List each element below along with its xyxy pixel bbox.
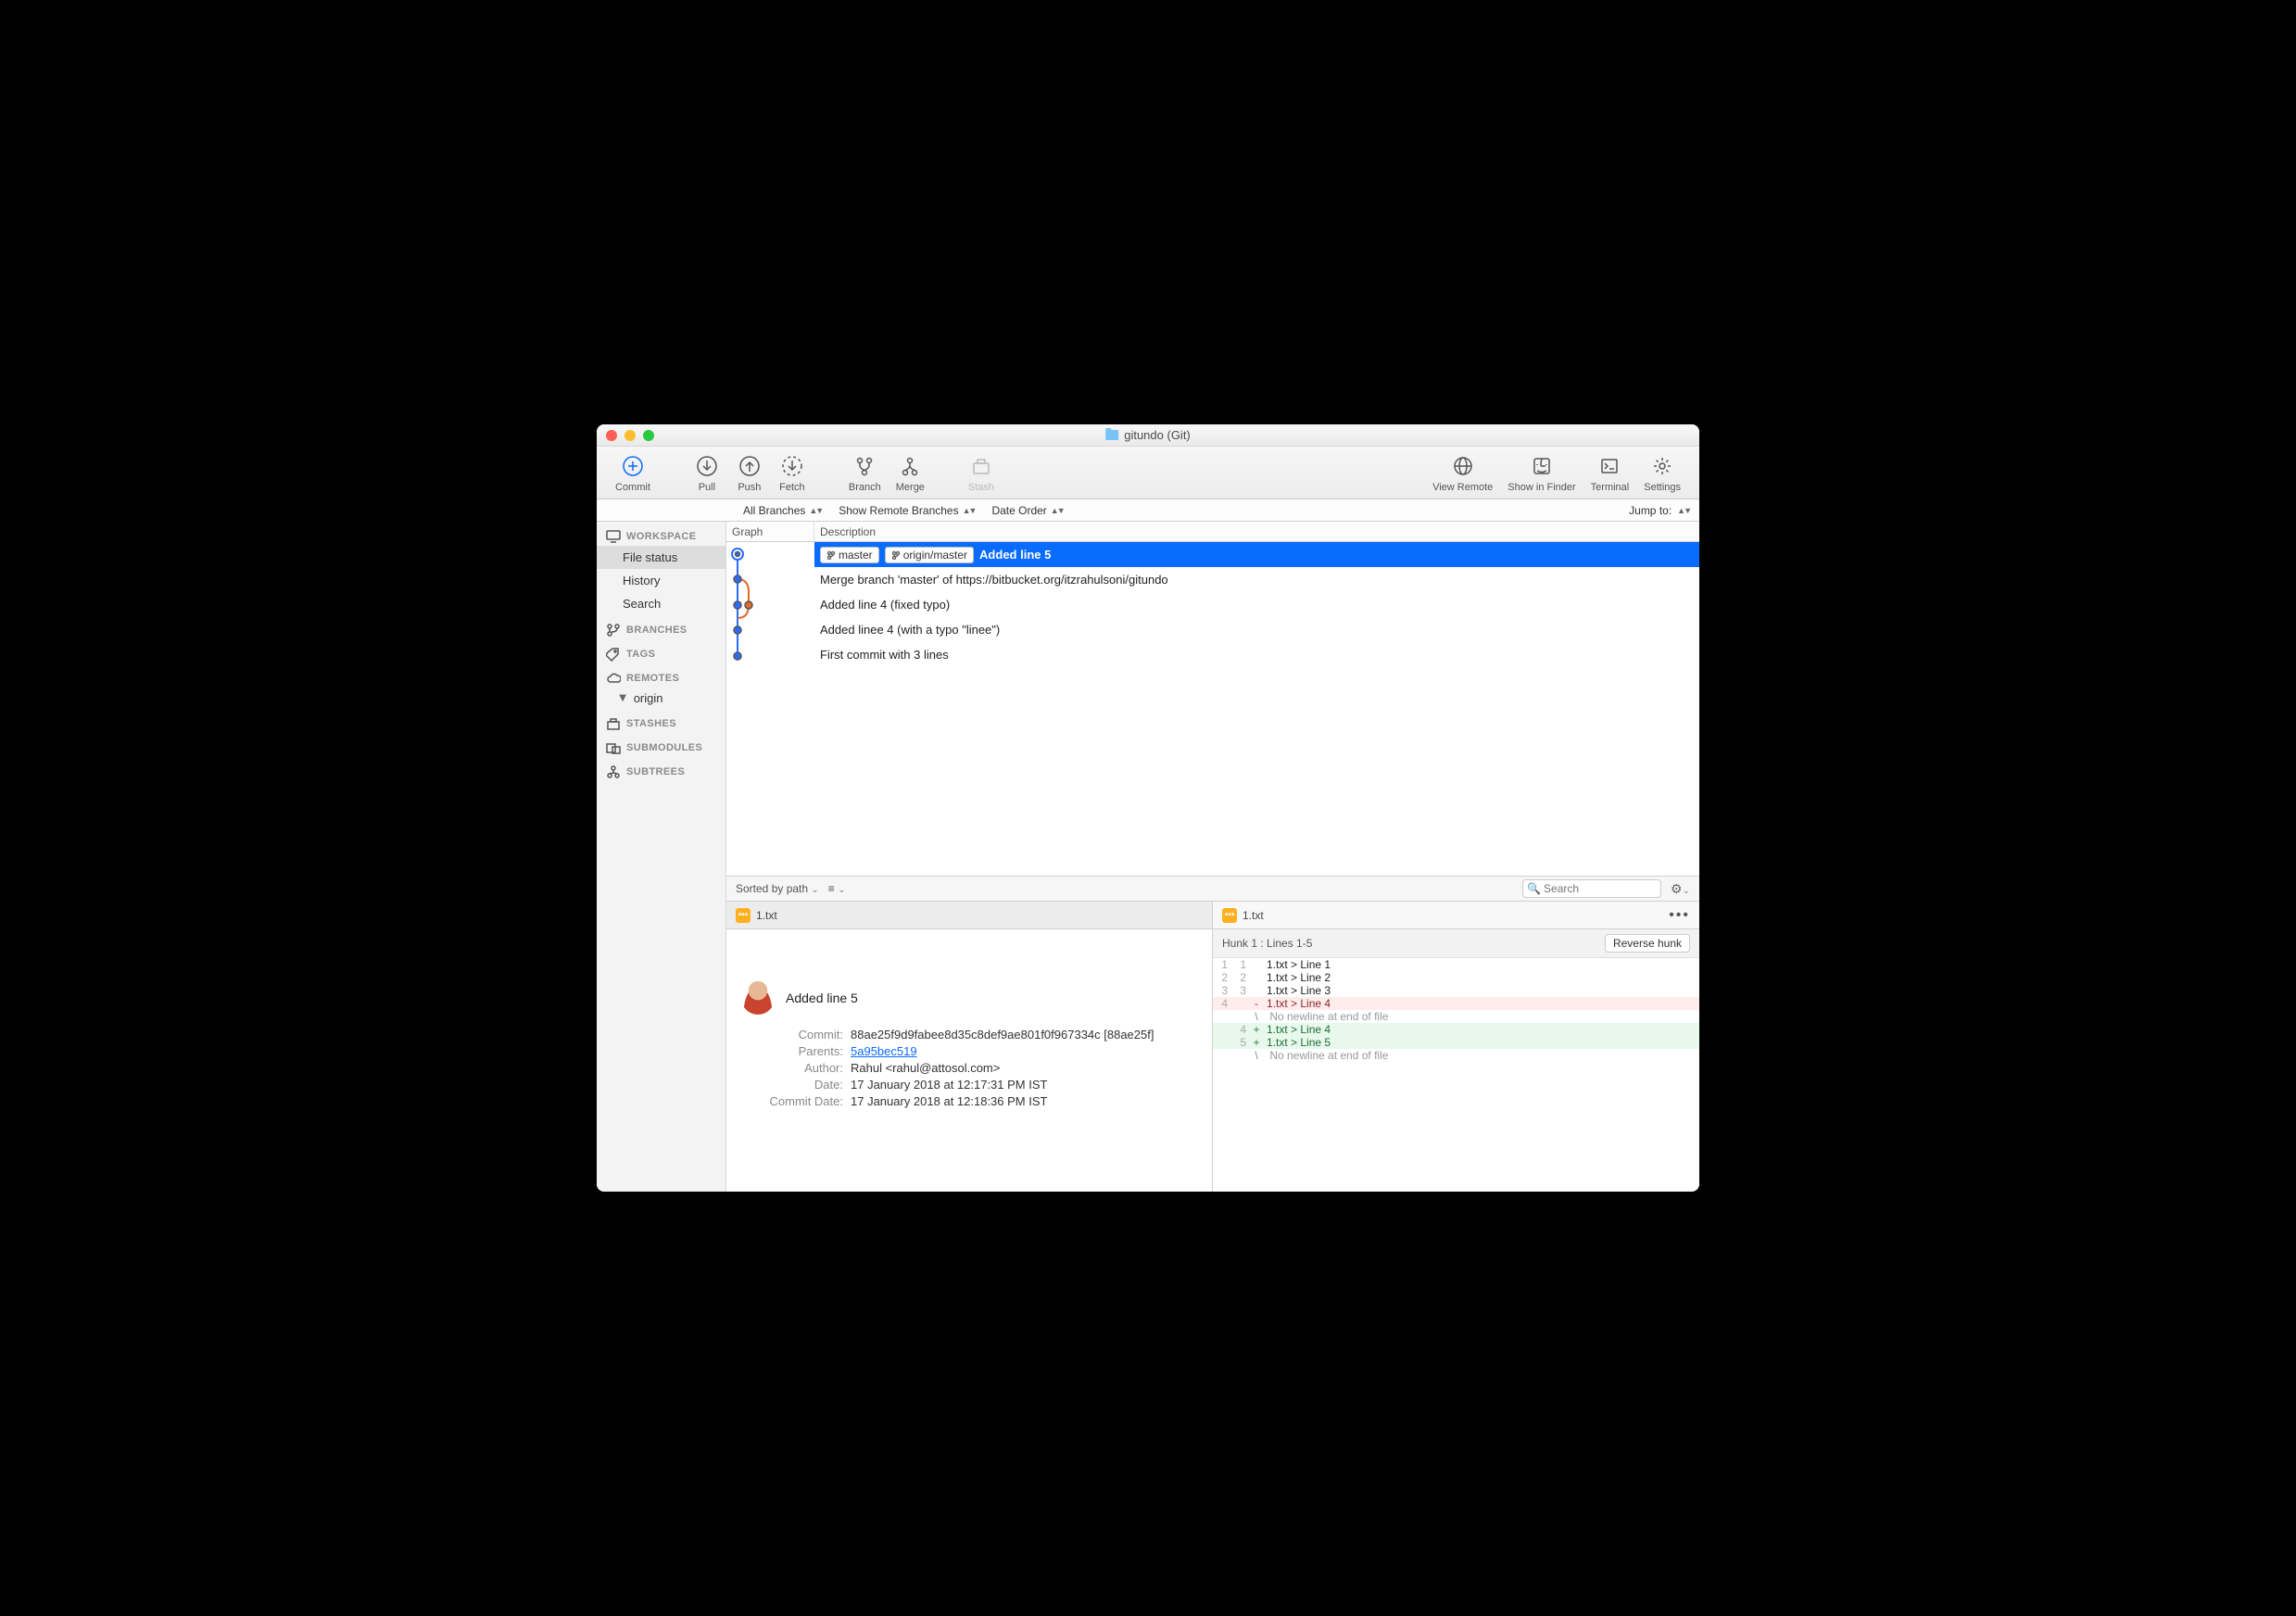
cloud-icon <box>606 671 621 686</box>
tag-icon <box>606 647 621 662</box>
merge-button[interactable]: Merge <box>889 452 932 493</box>
sort-by-path-select[interactable]: Sorted by path ⌄ <box>736 882 819 895</box>
commit-columns-header: Graph Description <box>726 522 1699 542</box>
sidebar-section-submodules[interactable]: SUBMODULES <box>597 733 725 757</box>
monitor-icon <box>606 529 621 544</box>
path-bar: Sorted by path ⌄ ≡ ⌄ 🔍 ⚙⌄ <box>726 876 1699 902</box>
branch-filter-select[interactable]: All Branches▲▼ <box>743 504 822 517</box>
file-search-input[interactable] <box>1522 879 1661 898</box>
commit-date: 17 January 2018 at 12:18:36 PM IST <box>851 1094 1047 1108</box>
sidebar-section-stashes[interactable]: STASHES <box>597 709 725 733</box>
diff-line[interactable]: \ No newline at end of file <box>1213 1049 1699 1062</box>
settings-button[interactable]: Settings <box>1636 452 1688 493</box>
remote-branches-select[interactable]: Show Remote Branches▲▼ <box>839 504 975 517</box>
commit-message-text: Merge branch 'master' of https://bitbuck… <box>820 573 1168 587</box>
column-description[interactable]: Description <box>814 522 1699 541</box>
order-select[interactable]: Date Order▲▼ <box>991 504 1063 517</box>
parent-commit-link[interactable]: 5a95bec519 <box>851 1044 917 1058</box>
commit-detail-pane: Added line 5 Commit:88ae25f9d9fabee8d35c… <box>726 929 1213 1192</box>
jump-to-select[interactable]: Jump to:▲▼ <box>1629 504 1690 517</box>
commit-row[interactable]: master origin/master Added line 5 <box>814 542 1699 567</box>
app-window: gitundo (Git) Commit Pull Push Fetch <box>597 424 1699 1192</box>
commit-row[interactable]: Added linee 4 (with a typo "linee") <box>814 617 1699 642</box>
commit-row[interactable]: Merge branch 'master' of https://bitbuck… <box>814 567 1699 592</box>
subtree-icon <box>606 764 621 779</box>
diff-pane: Hunk 1 : Lines 1-5 Reverse hunk 11 1.txt… <box>1213 929 1699 1192</box>
commit-message-text: First commit with 3 lines <box>820 648 949 662</box>
show-in-finder-button[interactable]: Show in Finder <box>1500 452 1583 493</box>
file-search: 🔍 <box>1522 879 1661 898</box>
sidebar-section-workspace[interactable]: WORKSPACE <box>597 522 725 546</box>
column-graph[interactable]: Graph <box>726 522 814 541</box>
sidebar-section-remotes[interactable]: REMOTES <box>597 663 725 688</box>
file-modified-icon: ••• <box>736 908 751 923</box>
diff-file-header: ••• 1.txt ••• <box>1213 902 1699 929</box>
branch-tag[interactable]: master <box>820 547 879 563</box>
sidebar-section-tags[interactable]: TAGS <box>597 639 725 663</box>
minimize-window-button[interactable] <box>624 430 636 441</box>
commit-row[interactable]: Added line 4 (fixed typo) <box>814 592 1699 617</box>
branch-tag[interactable]: origin/master <box>885 547 974 563</box>
stash-button[interactable]: Stash <box>960 452 1003 493</box>
zoom-window-button[interactable] <box>643 430 654 441</box>
submodule-icon <box>606 740 621 755</box>
commit-author: Rahul <rahul@attosol.com> <box>851 1061 1000 1075</box>
titlebar: gitundo (Git) <box>597 424 1699 447</box>
filter-bar: All Branches▲▼ Show Remote Branches▲▼ Da… <box>597 499 1699 522</box>
file-list-tab[interactable]: ••• 1.txt <box>726 902 1213 929</box>
diff-line[interactable]: \ No newline at end of file <box>1213 1010 1699 1023</box>
stash-icon <box>606 716 621 731</box>
sidebar-remote-origin[interactable]: ▶ origin <box>597 688 725 709</box>
main-area: Graph Description <box>726 522 1699 1192</box>
pull-button[interactable]: Pull <box>686 452 728 493</box>
sidebar: WORKSPACE File status History Search BRA… <box>597 522 726 1192</box>
search-icon: 🔍 <box>1527 882 1541 895</box>
fetch-button[interactable]: Fetch <box>771 452 814 493</box>
window-title: gitundo (Git) <box>1105 428 1191 442</box>
folder-icon <box>1105 430 1118 440</box>
sidebar-section-branches[interactable]: BRANCHES <box>597 615 725 639</box>
sidebar-item-search[interactable]: Search <box>597 592 725 615</box>
commit-hash: 88ae25f9d9fabee8d35c8def9ae801f0f967334c… <box>851 1028 1154 1042</box>
push-button[interactable]: Push <box>728 452 771 493</box>
diff-line[interactable]: 33 1.txt > Line 3 <box>1213 984 1699 997</box>
window-controls <box>606 430 654 441</box>
commit-message-text: Added linee 4 (with a typo "linee") <box>820 623 1000 637</box>
list-view-toggle[interactable]: ≡ ⌄ <box>828 882 846 895</box>
view-remote-button[interactable]: View Remote <box>1425 452 1500 493</box>
close-window-button[interactable] <box>606 430 617 441</box>
reverse-hunk-button[interactable]: Reverse hunk <box>1605 934 1690 953</box>
title-text: gitundo (Git) <box>1124 428 1191 442</box>
file-actions-button[interactable]: ••• <box>1669 907 1690 924</box>
toolbar: Commit Pull Push Fetch Branch <box>597 447 1699 499</box>
sidebar-item-history[interactable]: History <box>597 569 725 592</box>
author-avatar <box>741 981 775 1015</box>
sidebar-section-subtrees[interactable]: SUBTREES <box>597 757 725 781</box>
diff-line[interactable]: 11 1.txt > Line 1 <box>1213 958 1699 971</box>
commit-row[interactable]: First commit with 3 lines <box>814 642 1699 667</box>
chevron-right-icon: ▶ <box>617 695 627 702</box>
diff-content: 11 1.txt > Line 122 1.txt > Line 233 1.t… <box>1213 958 1699 1062</box>
file-modified-icon: ••• <box>1222 908 1237 923</box>
branch-button[interactable]: Branch <box>841 452 889 493</box>
terminal-button[interactable]: Terminal <box>1583 452 1637 493</box>
commit-message: Added line 5 <box>786 991 858 1005</box>
diff-line[interactable]: 4+1.txt > Line 4 <box>1213 1023 1699 1036</box>
hunk-header: Hunk 1 : Lines 1-5 Reverse hunk <box>1213 929 1699 958</box>
diff-line[interactable]: 5+1.txt > Line 5 <box>1213 1036 1699 1049</box>
diff-settings-button[interactable]: ⚙⌄ <box>1671 881 1690 897</box>
author-date: 17 January 2018 at 12:17:31 PM IST <box>851 1078 1047 1092</box>
commit-message-text: Added line 5 <box>979 548 1051 562</box>
commit-message-text: Added line 4 (fixed typo) <box>820 598 950 612</box>
commit-list: master origin/master Added line 5 Merge bra… <box>726 542 1699 876</box>
diff-line[interactable]: 4-1.txt > Line 4 <box>1213 997 1699 1010</box>
graph-column <box>726 542 814 876</box>
branch-icon <box>606 623 621 638</box>
sidebar-item-file-status[interactable]: File status <box>597 546 725 569</box>
commit-button[interactable]: Commit <box>608 452 658 493</box>
diff-line[interactable]: 22 1.txt > Line 2 <box>1213 971 1699 984</box>
